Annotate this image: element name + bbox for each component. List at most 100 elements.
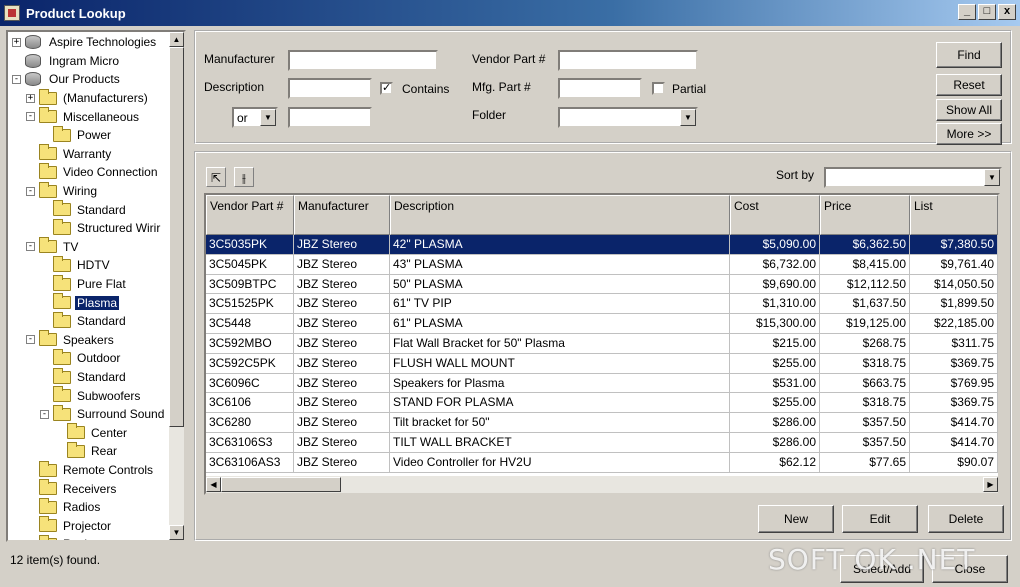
tree-node[interactable]: - Our Products — [12, 70, 122, 89]
chevron-down-icon: ▼ — [260, 109, 276, 126]
column-resize-icon[interactable]: ⫲ — [234, 167, 254, 187]
table-row[interactable]: 3C509BTPC JBZ Stereo 50" PLASMA $9,690.00 $1… — [206, 274, 998, 295]
mfg-part-input[interactable] — [558, 78, 642, 99]
expand-icon[interactable]: + — [12, 37, 21, 47]
tree-scrollbar[interactable]: ▲ ▼ — [169, 32, 184, 540]
table-row[interactable]: 3C592C5PK JBZ Stereo FLUSH WALL MOUNT $255.… — [206, 353, 998, 374]
column-header[interactable]: Description — [390, 195, 730, 235]
tree-node[interactable]: Rear — [54, 441, 119, 461]
collapse-icon[interactable]: - — [26, 242, 35, 252]
tree-node[interactable]: + (Manufacturers) — [26, 88, 150, 108]
grid-scroll-left-icon[interactable]: ◀ — [206, 477, 221, 492]
table-cell: $22,185.00 — [910, 314, 998, 334]
tree-node[interactable]: Projector — [26, 516, 113, 536]
table-row[interactable]: 3C63106AS3 JBZ Stereo Video Controller for… — [206, 452, 998, 473]
tree-node[interactable]: - TV — [26, 237, 80, 257]
pointer-tool-icon[interactable]: ⇱ — [206, 167, 226, 187]
tree-node[interactable]: Standard — [40, 200, 128, 219]
app-icon — [4, 5, 20, 21]
column-header[interactable]: Manufacturer — [294, 195, 390, 235]
table-row[interactable]: 3C5448 JBZ Stereo 61" PLASMA $15,300.00 $19,… — [206, 314, 998, 334]
tree-node[interactable]: HDTV — [40, 255, 112, 275]
column-header[interactable]: Vendor Part # — [206, 195, 294, 235]
database-icon — [25, 53, 41, 68]
grid-hscrollbar[interactable]: ◀ ▶ — [206, 476, 998, 493]
tree-node[interactable]: Racks — [26, 534, 98, 540]
tree-node[interactable]: Pure Flat — [40, 274, 128, 294]
tree-node[interactable]: Standard — [40, 311, 128, 331]
tree-node[interactable]: Receivers — [26, 479, 118, 498]
tree-node[interactable]: Power — [40, 125, 113, 145]
tree-node[interactable]: Center — [54, 423, 129, 443]
tree-node[interactable]: + Aspire Technologies — [12, 33, 158, 52]
collapse-icon[interactable]: - — [12, 74, 21, 84]
collapse-icon[interactable]: - — [40, 409, 49, 419]
folder-icon — [53, 293, 71, 310]
tree-node[interactable]: Outdoor — [40, 348, 122, 368]
sort-by-select[interactable]: ▼ — [824, 167, 1002, 188]
reset-button[interactable]: Reset — [936, 74, 1002, 96]
tree-scroll-up-icon[interactable]: ▲ — [169, 32, 184, 47]
new-button[interactable]: New — [758, 505, 834, 533]
collapse-icon[interactable]: - — [26, 186, 35, 196]
or-select[interactable]: or ▼ — [232, 107, 278, 128]
table-row[interactable]: 3C592MBO JBZ Stereo Flat Wall Bracket for … — [206, 333, 998, 354]
description-input[interactable] — [288, 78, 372, 99]
folder-icon — [39, 516, 57, 533]
partial-checkbox[interactable] — [652, 82, 665, 95]
table-row[interactable]: 3C5045PK JBZ Stereo 43" PLASMA $6,732.00 $8,… — [206, 254, 998, 275]
delete-button[interactable]: Delete — [928, 505, 1004, 533]
column-header[interactable]: Price — [820, 195, 910, 235]
description2-input[interactable] — [288, 107, 372, 128]
find-button[interactable]: Find — [936, 42, 1002, 68]
contains-checkbox[interactable]: ✓ — [380, 82, 393, 95]
grid-scroll-thumb[interactable] — [221, 477, 341, 492]
tree-node[interactable]: - Wiring — [26, 181, 99, 201]
table-cell: Tilt bracket for 50" — [390, 413, 730, 433]
manufacturer-input[interactable] — [288, 50, 438, 71]
tree-node[interactable]: Plasma — [40, 293, 120, 312]
grid-scroll-right-icon[interactable]: ▶ — [983, 477, 998, 492]
tree-node[interactable]: - Speakers — [26, 330, 116, 350]
tree-node-label: Miscellaneous — [63, 109, 140, 124]
column-header[interactable]: Cost — [730, 195, 820, 235]
folder-icon — [39, 330, 57, 347]
table-row[interactable]: 3C6096C JBZ Stereo Speakers for Plasma $531… — [206, 373, 998, 394]
folder-select[interactable]: ▼ — [558, 107, 698, 128]
tree-node[interactable]: - Surround Sound — [40, 404, 166, 424]
table-cell: $357.50 — [820, 432, 910, 453]
edit-button[interactable]: Edit — [842, 505, 918, 533]
tree-node[interactable]: Structured Wirir — [40, 218, 162, 238]
tree-node[interactable]: Remote Controls — [26, 460, 155, 480]
folder-icon — [39, 479, 57, 496]
collapse-icon[interactable]: - — [26, 335, 35, 345]
tree-scroll-thumb[interactable] — [169, 47, 184, 427]
close-window-button[interactable]: x — [998, 4, 1016, 20]
results-grid[interactable]: Vendor Part # Manufacturer Description Cost… — [204, 193, 1000, 495]
table-row[interactable]: 3C5035PK JBZ Stereo 42" PLASMA $5,090.00 $6,… — [206, 235, 998, 255]
collapse-icon[interactable]: - — [26, 112, 35, 122]
table-row[interactable]: 3C6106 JBZ Stereo STAND FOR PLASMA $255.00 $… — [206, 393, 998, 414]
tree-node[interactable]: Video Connection — [26, 162, 160, 182]
tree-node[interactable]: Radios — [26, 497, 102, 517]
column-header[interactable]: List — [910, 195, 998, 235]
table-row[interactable]: 3C63106S3 JBZ Stereo TILT WALL BRACKET $286… — [206, 432, 998, 453]
table-row[interactable]: 3C51525PK JBZ Stereo 61" TV PIP $1,310.00 $1… — [206, 294, 998, 315]
table-cell: $268.75 — [820, 333, 910, 354]
tree-node[interactable]: - Miscellaneous — [26, 107, 141, 126]
tree-scroll-down-icon[interactable]: ▼ — [169, 525, 184, 540]
table-cell: $12,112.50 — [820, 274, 910, 295]
expand-icon[interactable]: + — [26, 93, 35, 103]
table-row[interactable]: 3C6280 JBZ Stereo Tilt bracket for 50" $286… — [206, 413, 998, 433]
tree-node[interactable]: Ingram Micro — [12, 52, 121, 71]
more-button[interactable]: More >> — [936, 123, 1002, 145]
tree-node[interactable]: Warranty — [26, 144, 113, 164]
vendor-part-input[interactable] — [558, 50, 698, 71]
folder-tree[interactable]: + Aspire Technologies Ingram Micro - Our Pro… — [6, 30, 186, 542]
folder-icon — [53, 348, 71, 365]
tree-node[interactable]: Subwoofers — [40, 386, 142, 405]
minimize-button[interactable]: _ — [958, 4, 976, 20]
tree-node[interactable]: Standard — [40, 367, 128, 387]
maximize-button[interactable]: □ — [978, 4, 996, 20]
show-all-button[interactable]: Show All — [936, 99, 1002, 121]
